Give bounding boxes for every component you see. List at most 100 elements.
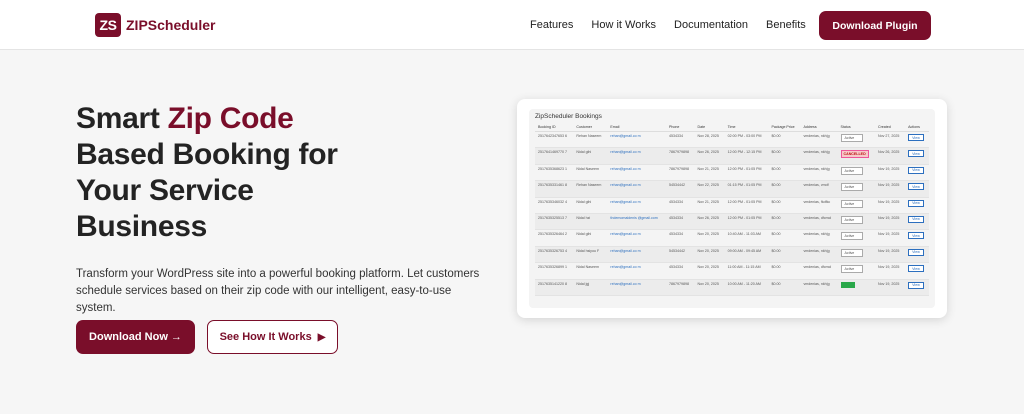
table-cell: 2517635326464 2 (535, 229, 574, 247)
view-button[interactable]: View (908, 232, 924, 240)
view-button[interactable]: View (908, 150, 924, 158)
download-now-button[interactable]: Download Now → (76, 320, 195, 354)
view-button[interactable]: View (908, 134, 924, 141)
hero-description: Transform your WordPress site into a pow… (76, 268, 480, 314)
view-button[interactable]: View (908, 199, 924, 207)
table-cell: Nov 22, 2025 (694, 180, 725, 198)
table-cell: rehan@gmail.co m (607, 246, 666, 264)
table-cell: Active (837, 229, 876, 247)
table-row: 2517635326753 4 Nidal hsiyou Frehan@gmail… (535, 246, 929, 264)
column-header: Time (724, 123, 769, 132)
table-cell: Nov 26, 2025 (694, 147, 725, 165)
table-cell: vmdenias, nkh|g (800, 131, 838, 149)
nav-benefits[interactable]: Benefits (766, 19, 806, 31)
table-header-row: Booking ID Customer Email Phone Date Time Pack… (535, 123, 929, 132)
table-cell: View (905, 229, 929, 247)
status-select[interactable]: Active (840, 265, 863, 274)
table-cell: Nov 19, 2025 (875, 180, 906, 198)
table-row: 2517635368623 1 Nidal Naseem rehan@gmail.c… (535, 164, 929, 182)
table-cell (837, 279, 876, 296)
nav-features[interactable]: Features (530, 19, 573, 31)
table-cell: vmdenias, fkdfkc (800, 197, 838, 214)
table-cell: Active (837, 180, 876, 198)
table-cell: Nidal jgj (573, 279, 608, 296)
table-row: 2517642347653 6 Rehan Naseem rehan@gmail.c… (535, 131, 929, 149)
table-cell: 4534334 (666, 131, 695, 149)
table-cell: $0.00 (768, 164, 801, 182)
table-cell: 2517635346032 4 (535, 197, 574, 214)
table-cell: Nidal gihi (573, 197, 608, 214)
table-cell: 12:00 PM - 12:15 PM (724, 147, 769, 165)
table-row: 2517635325513 7 Nidal hzi thdemomaidenis @… (535, 213, 929, 231)
column-header: Date (694, 123, 725, 132)
view-button[interactable]: View (908, 183, 924, 191)
logo-text: ZIPScheduler (126, 17, 216, 33)
table-cell: $0.00 (768, 180, 801, 198)
table-cell: View (905, 246, 929, 264)
table-cell: $0.00 (768, 262, 801, 280)
table-cell: Nidal gihi (573, 229, 608, 247)
table-cell: Nidal gihi (573, 147, 608, 165)
table-cell: Nidal hzi (573, 213, 608, 231)
table-cell: 4534334 (666, 229, 695, 247)
view-button[interactable]: View (908, 281, 924, 289)
table-cell: 2517635368623 1 (535, 164, 574, 182)
column-header: Created (875, 123, 906, 132)
table-row: 2517635326899 1 Nidal Naseem rehan@gmail.c… (535, 262, 929, 280)
table-cell: Nidal Naseem (573, 262, 608, 280)
table-cell: rehan@gmail.co m (607, 197, 666, 214)
view-button[interactable]: View (908, 215, 924, 223)
table-cell: Nov 19, 2025 (875, 279, 906, 296)
table-cell: Nov 19, 2025 (875, 246, 906, 264)
hero-title-line2: Based Booking for (76, 138, 338, 171)
bookings-panel: ZipScheduler Bookings Booking ID Customer… (529, 109, 935, 308)
column-header: Email (607, 123, 666, 132)
table-cell: View (905, 180, 929, 198)
table-cell: 2517635326899 1 (535, 262, 574, 280)
table-cell: rehan@gmail.co m (607, 131, 666, 149)
column-header: Booking ID (535, 123, 574, 132)
status-select[interactable]: Active (840, 232, 863, 241)
table-cell: 12:00 PM - 01:05 PM (724, 213, 769, 231)
table-cell: rehan@gmail.co m (607, 279, 666, 296)
table-cell: Active (837, 131, 876, 149)
hero-title-accent: Zip Code (167, 102, 294, 135)
download-plugin-button[interactable]: Download Plugin (819, 11, 931, 40)
nav-how-it-works[interactable]: How it Works (591, 19, 656, 31)
table-cell: Nov 26, 2025 (694, 213, 725, 231)
view-button[interactable]: View (908, 248, 924, 256)
status-select[interactable]: Active (840, 199, 863, 208)
status-badge: CANCELLED (840, 150, 869, 159)
table-cell: Rehan Naseem (573, 131, 608, 149)
table-cell: vmdenias, nkh|g (800, 279, 838, 296)
table-cell: thdemomaidenis @gmail.com (607, 213, 666, 231)
nav-documentation[interactable]: Documentation (674, 19, 748, 31)
view-button[interactable]: View (908, 265, 924, 273)
view-button[interactable]: View (908, 166, 924, 174)
status-select[interactable]: Active (840, 166, 863, 175)
table-cell: Active (837, 246, 876, 264)
table-cell: Nov 19, 2025 (875, 213, 906, 231)
table-cell: 12:00 PM - 01:05 PM (724, 197, 769, 214)
column-header: Package Price (768, 123, 801, 132)
table-cell: $0.00 (768, 147, 801, 165)
site-header: ZS ZIPScheduler Features How it Works Do… (0, 0, 1024, 50)
status-select[interactable]: Active (840, 248, 863, 257)
table-cell: Nidal Naseem (573, 164, 608, 182)
table-cell: Nov 19, 2025 (875, 229, 906, 247)
table-cell: Nov 27, 2025 (875, 131, 906, 149)
see-how-it-works-button[interactable]: See How It Works ▶ (207, 320, 338, 354)
table-cell: $0.00 (768, 197, 801, 214)
table-cell: Nov 20, 2025 (694, 279, 725, 296)
table-cell: Nov 19, 2025 (875, 197, 906, 214)
table-cell: Nov 19, 2025 (875, 262, 906, 280)
status-select[interactable]: Active (840, 183, 863, 192)
table-cell: rehan@gmail.co m (607, 180, 666, 198)
logo[interactable]: ZS ZIPScheduler (95, 13, 215, 37)
table-cell: Nov 20, 2025 (694, 246, 725, 264)
table-cell: 7867979898 (666, 279, 695, 296)
table-cell: View (905, 147, 929, 165)
status-select[interactable]: Active (840, 215, 863, 224)
status-select[interactable]: Active (840, 134, 863, 142)
hero-title-line1a: Smart (76, 102, 168, 135)
